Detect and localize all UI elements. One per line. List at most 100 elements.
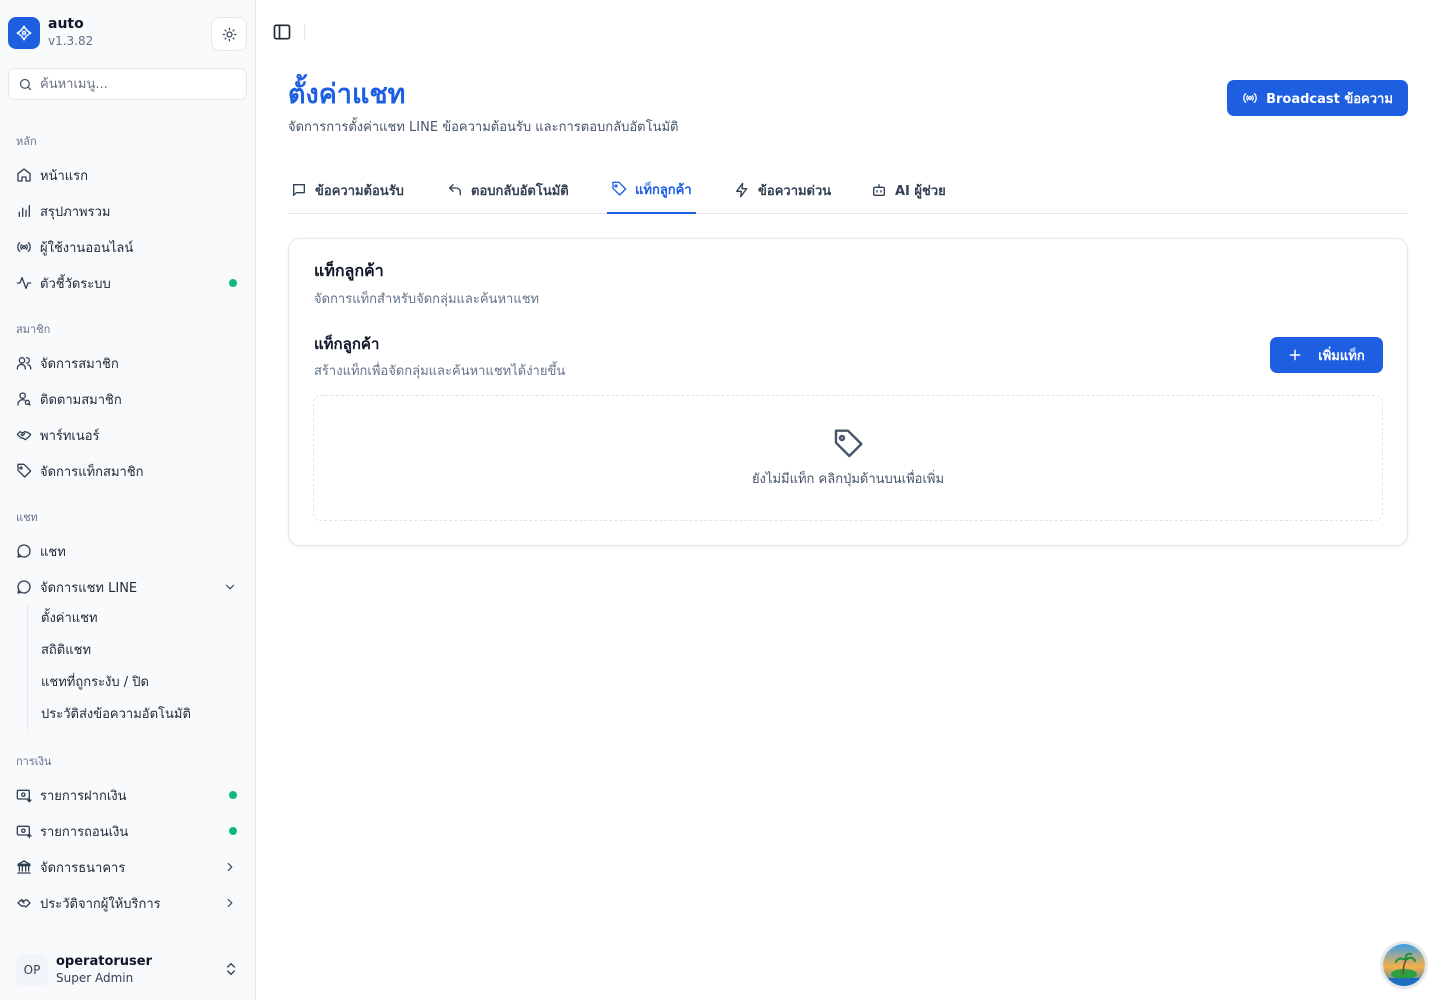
home-icon: [17, 168, 31, 182]
sidebar-item-home[interactable]: หน้าแรก: [8, 159, 247, 191]
tag-icon: [612, 181, 627, 196]
sidebar-item-withdrawals[interactable]: รายการถอนเงิน: [8, 815, 247, 847]
sidebar-subitem-chat-stats[interactable]: สถิติแชท: [41, 639, 91, 663]
handshake-icon: [16, 431, 32, 441]
plus-icon: [1289, 349, 1301, 361]
group-label-finance: การเงิน: [16, 755, 52, 768]
sidebar-item-member-tags[interactable]: จัดการแท็กสมาชิก: [8, 455, 247, 487]
submenu-rail: [27, 604, 28, 730]
toolbar-divider: [304, 24, 305, 40]
provider-icon: [17, 899, 31, 908]
app-logo-icon: [8, 16, 40, 49]
tab-label: แท็กลูกค้า: [635, 182, 692, 198]
users-icon: [16, 357, 32, 370]
add-tag-button[interactable]: เพิ่มแท็ก: [1270, 337, 1383, 373]
sidebar-item-label: แชท: [40, 544, 66, 560]
card-title: แท็กลูกค้า: [314, 261, 384, 280]
empty-state-text: ยังไม่มีแท็ก คลิกปุ่มด้านบนเพื่อเพิ่ม: [751, 472, 945, 487]
avatar: OP: [16, 954, 48, 986]
broadcast-icon: [17, 242, 31, 252]
sidebar-item-deposits[interactable]: รายการฝากเงิน: [8, 779, 247, 811]
sidebar-item-system-metrics[interactable]: ตัวชี้วัดระบบ: [8, 267, 247, 299]
sidebar-item-provider-history[interactable]: ประวัติจากผู้ให้บริการ: [8, 887, 247, 919]
island-icon: [1383, 944, 1425, 986]
tag-icon: [17, 463, 32, 478]
group-label-chat: แชท: [16, 511, 38, 524]
sidebar-item-manage-members[interactable]: จัดการสมาชิก: [8, 347, 247, 379]
settings-tabs: ข้อความต้อนรับ ตอบกลับอัตโนมัติ แท็กลูกค…: [288, 166, 1408, 214]
search-icon: [19, 78, 32, 90]
withdraw-icon: [16, 825, 32, 839]
tab-label: ข้อความด่วน: [758, 183, 832, 199]
user-name: operatoruser: [56, 954, 153, 969]
broadcast-button[interactable]: Broadcast ข้อความ: [1227, 80, 1408, 116]
sidebar-item-overview[interactable]: สรุปภาพรวม: [8, 195, 247, 227]
reply-icon: [449, 184, 461, 196]
sidebar-item-online-users[interactable]: ผู้ใช้งานออนไลน์: [8, 231, 247, 263]
tab-label: ตอบกลับอัตโนมัติ: [471, 183, 569, 199]
sidebar-subitem-blocked-chats[interactable]: แชทที่ถูกระงับ / ปิด: [41, 671, 149, 695]
sidebar-item-line-chat[interactable]: จัดการแชท LINE: [8, 571, 247, 603]
card-description: จัดการแท็กสำหรับจัดกลุ่มและค้นหาแชท: [314, 292, 540, 307]
sidebar-item-label: พาร์ทเนอร์: [40, 428, 100, 444]
chevron-right-icon: [227, 862, 233, 872]
broadcast-icon: [1243, 93, 1257, 103]
section-title: แท็กลูกค้า: [314, 335, 380, 353]
zap-icon: [736, 182, 748, 198]
sidebar-item-chat[interactable]: แชท: [8, 535, 247, 567]
sidebar-toggle-button[interactable]: [272, 22, 292, 42]
page-title: ตั้งค่าแชท: [288, 79, 406, 110]
chart-bar-icon: [18, 205, 30, 217]
user-role: Super Admin: [56, 971, 134, 985]
group-label-members: สมาชิก: [16, 323, 51, 336]
section-description: สร้างแท็กเพื่อจัดกลุ่มและค้นหาแชทได้ง่าย…: [314, 364, 566, 379]
sidebar-item-label: ติดตามสมาชิก: [40, 392, 122, 408]
deposit-icon: [16, 789, 32, 803]
user-search-icon: [17, 392, 31, 406]
tab-auto-reply[interactable]: ตอบกลับอัตโนมัติ: [447, 166, 569, 214]
sidebar-subitem-chat-settings[interactable]: ตั้งค่าแชท: [41, 607, 98, 631]
sidebar-subitem-auto-message-history[interactable]: ประวัติส่งข้อความอัตโนมัติ: [41, 703, 191, 727]
status-dot: [229, 279, 237, 287]
chevron-right-icon: [227, 898, 233, 908]
chat-icon: [17, 580, 31, 594]
menu-search-input[interactable]: [40, 76, 230, 92]
chevron-down-icon: [225, 584, 235, 590]
tab-welcome-message[interactable]: ข้อความต้อนรับ: [291, 166, 404, 214]
theme-toggle-button[interactable]: [211, 17, 247, 51]
sidebar-item-label: สรุปภาพรวม: [40, 204, 111, 220]
sidebar-item-label: จัดการธนาคาร: [40, 860, 126, 876]
sidebar-item-label: ตัวชี้วัดระบบ: [40, 276, 111, 292]
user-menu[interactable]: OP operatoruser Super Admin: [0, 940, 255, 1000]
brand[interactable]: auto v1.3.82: [8, 16, 93, 49]
message-square-icon: [293, 184, 305, 196]
chevrons-up-down-icon: [227, 962, 235, 976]
tab-ai-assistant[interactable]: AI ผู้ช่วย: [871, 166, 946, 214]
empty-state: ยังไม่มีแท็ก คลิกปุ่มด้านบนเพื่อเพิ่ม: [313, 395, 1383, 521]
floating-assistant-button[interactable]: [1380, 941, 1428, 989]
tab-label: AI ผู้ช่วย: [895, 183, 946, 199]
tab-customer-tags[interactable]: แท็กลูกค้า: [607, 166, 696, 214]
sidebar-item-label: จัดการแชท LINE: [40, 580, 138, 596]
customer-tags-card: แท็กลูกค้า จัดการแท็กสำหรับจัดกลุ่มและค้…: [288, 238, 1408, 546]
chat-icon: [17, 544, 31, 558]
broadcast-label: Broadcast ข้อความ: [1266, 91, 1393, 107]
sidebar: auto v1.3.82 หลัก หน้าแรก สรุปภาพรวม ผู้…: [0, 0, 256, 1000]
status-dot: [229, 791, 237, 799]
sidebar-item-label: จัดการแท็กสมาชิก: [40, 464, 144, 480]
menu-search[interactable]: [8, 68, 247, 100]
sidebar-item-partner[interactable]: พาร์ทเนอร์: [8, 419, 247, 451]
sidebar-item-label: ประวัติจากผู้ให้บริการ: [40, 896, 161, 912]
bank-icon: [17, 860, 31, 874]
sidebar-item-track-members[interactable]: ติดตามสมาชิก: [8, 383, 247, 415]
sidebar-item-label: ผู้ใช้งานออนไลน์: [40, 240, 134, 256]
sidebar-item-label: หน้าแรก: [40, 168, 88, 184]
group-label-main: หลัก: [16, 135, 37, 148]
activity-icon: [16, 277, 32, 289]
app-name: auto: [48, 16, 84, 32]
tab-label: ข้อความต้อนรับ: [315, 183, 404, 199]
tab-quick-messages[interactable]: ข้อความด่วน: [734, 166, 831, 214]
sidebar-item-banks[interactable]: จัดการธนาคาร: [8, 851, 247, 883]
bot-icon: [873, 184, 885, 196]
status-dot: [229, 827, 237, 835]
